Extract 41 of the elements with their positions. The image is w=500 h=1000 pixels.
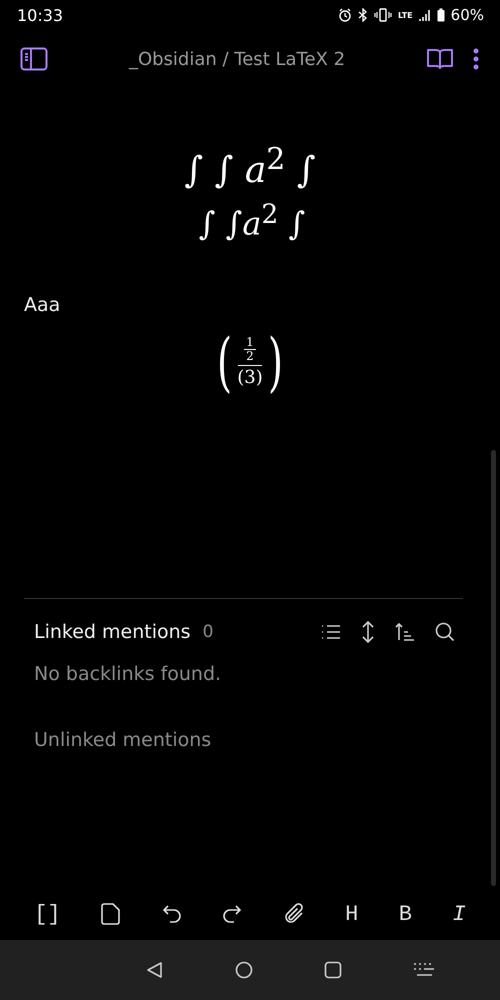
toolbar-button[interactable]: H [345,902,358,926]
recents-icon[interactable] [324,961,342,979]
vibrate-icon [374,8,392,22]
linked-mentions-title: Linked mentions [34,621,191,643]
alarm-icon [338,8,352,22]
left-parenthesis: ( [217,328,232,398]
denominator: (3) [237,366,263,390]
mention-count: 0 [202,622,214,642]
paperclip-icon[interactable] [282,903,305,925]
battery-percent: 60% [450,6,484,24]
math-formula: ∫ ∫ a$^{2}$ ∫ [184,141,316,193]
sidebar-toggle-icon[interactable] [20,47,48,71]
back-icon[interactable] [146,961,164,979]
math-formula: ∫ ∫a$^{2}$ ∫ [198,198,306,245]
keyboard-icon[interactable] [412,962,434,978]
numerator: 1 [246,336,254,349]
sort-icon[interactable] [395,623,415,641]
redo-icon[interactable] [222,904,242,924]
note-title: _Obsidian / Test LaTeX 2 [128,48,346,70]
home-icon[interactable] [234,961,252,979]
paragraph-text: Aaa [24,294,62,316]
status-time: 10:33 [17,6,64,24]
toolbar-button[interactable]: B [398,902,412,926]
book-icon[interactable] [426,47,454,71]
unlinked-mentions-title[interactable]: Unlinked mentions [34,729,463,751]
undo-icon[interactable] [162,904,182,924]
italic-button[interactable]: I [452,902,466,926]
signal-icon [418,8,431,22]
scrollbar[interactable] [491,450,496,886]
network-label: LTE [398,10,413,20]
file-icon[interactable] [101,903,122,925]
denominator: 2 [244,348,256,363]
list-icon[interactable] [321,624,341,640]
expand-vertical-icon[interactable] [361,621,375,643]
more-menu-icon[interactable] [472,47,480,71]
search-icon[interactable] [435,622,455,642]
battery-icon [436,8,445,22]
bluetooth-icon [358,8,368,22]
toolbar-button[interactable]: [] [34,902,61,926]
right-parenthesis: ) [268,328,283,398]
empty-message: No backlinks found. [34,663,222,685]
